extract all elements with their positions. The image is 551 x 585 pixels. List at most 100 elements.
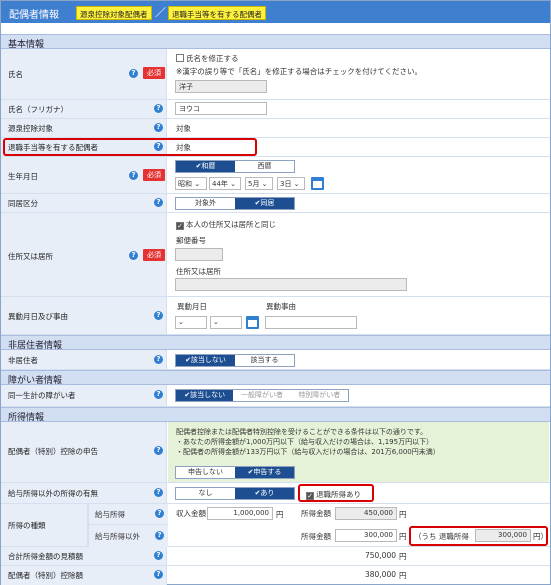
- help-icon[interactable]: ?: [129, 171, 138, 180]
- name-input[interactable]: 洋子: [175, 80, 267, 93]
- hikyoju-label: 非居住者: [8, 356, 38, 365]
- zip-label: 郵便番号: [176, 236, 206, 245]
- required-badge: 必須: [143, 249, 165, 261]
- kyuyo-igai-label: 給与所得以外の所得の有無: [8, 489, 98, 498]
- shunyu-input[interactable]: 1,000,000: [207, 507, 273, 520]
- help-icon[interactable]: ?: [129, 69, 138, 78]
- kojo-label: 配偶者（特別）控除額: [8, 571, 83, 580]
- help-icon[interactable]: ?: [154, 104, 163, 113]
- name-fix-checkbox[interactable]: 氏名を修正する: [176, 53, 239, 64]
- shinkoku-label: 配偶者（特別）控除の申告: [8, 447, 98, 456]
- kyuyo-igai-nashi[interactable]: なし: [176, 488, 235, 499]
- shogai-toggle[interactable]: ✔該当しない 一般障がい者 特別障がい者: [175, 389, 349, 402]
- doukyo-toggle[interactable]: 対象外 ✔同居: [175, 197, 295, 210]
- address-label: 住所又は居所: [8, 252, 53, 261]
- help-icon[interactable]: ?: [154, 446, 163, 455]
- same-address-checkbox[interactable]: ✓ 本人の住所又は居所と同じ: [176, 219, 276, 230]
- hikyoju-toggle[interactable]: ✔該当しない 該当する: [175, 354, 295, 367]
- yen-unit: 円: [399, 510, 407, 519]
- help-icon[interactable]: ?: [154, 198, 163, 207]
- kana-label: 氏名（フリガナ）: [8, 105, 68, 114]
- help-icon[interactable]: ?: [154, 551, 163, 560]
- yen-unit: 円: [399, 552, 407, 561]
- gensen-value: 対象: [176, 124, 191, 133]
- yen-unit: 円: [399, 532, 407, 541]
- calendar-icon[interactable]: [246, 316, 259, 329]
- tag-gensen: 源泉控除対象配偶者: [76, 6, 152, 20]
- name-note: ※漢字の誤り等で「氏名」を修正する場合はチェックを付けてください。: [176, 67, 423, 76]
- yen-unit: 円: [276, 510, 284, 519]
- highlight-taishoku: [3, 138, 257, 156]
- section-basic: 基本情報: [1, 34, 550, 50]
- gokei-value: 750,000: [364, 551, 396, 560]
- help-icon[interactable]: ?: [154, 123, 163, 132]
- addr-sub-label: 住所又は居所: [176, 267, 221, 276]
- month-select[interactable]: 5月 ⌄: [245, 177, 273, 190]
- shogai-special[interactable]: 特別障がい者: [291, 390, 348, 401]
- era-toggle[interactable]: ✔和暦 西暦: [175, 160, 295, 173]
- highlight-uchi-taishoku: [409, 526, 548, 546]
- zip-input[interactable]: [175, 248, 223, 261]
- required-badge: 必須: [143, 67, 165, 79]
- spouse-info-panel: 配偶者情報 源泉控除対象配偶者 ／ 退職手当等を有する配偶者 基本情報 氏名 ?…: [0, 0, 551, 585]
- hikyoju-yes[interactable]: 該当する: [235, 355, 294, 366]
- shotoku-igai-input[interactable]: 300,000: [335, 529, 397, 542]
- panel-title: 配偶者情報: [9, 10, 59, 21]
- required-badge: 必須: [143, 169, 165, 181]
- section-nonresident: 非居住者情報: [1, 335, 550, 351]
- row-birthdate: 生年月日 ? 必須 ✔和暦 西暦 昭和 ⌄ 44年 ⌄ 5月 ⌄ 3日 ⌄: [1, 157, 550, 194]
- kyuyo-label: 給与所得: [95, 510, 125, 519]
- ido-reason-label: 異動事由: [266, 302, 296, 311]
- kyuyo-igai-toggle[interactable]: なし ✔あり: [175, 487, 295, 500]
- doukyo-taishogai[interactable]: 対象外: [176, 198, 235, 209]
- day-select[interactable]: 3日 ⌄: [277, 177, 305, 190]
- help-icon[interactable]: ?: [154, 570, 163, 579]
- panel-header: 配偶者情報 源泉控除対象配偶者 ／ 退職手当等を有する配偶者: [1, 1, 550, 23]
- help-icon[interactable]: ?: [154, 488, 163, 497]
- help-icon[interactable]: ?: [154, 355, 163, 364]
- era-select[interactable]: 昭和 ⌄: [175, 177, 207, 190]
- row-gensen: 源泉控除対象 ? 対象: [1, 119, 550, 138]
- help-icon[interactable]: ?: [129, 251, 138, 260]
- row-address: 住所又は居所 ? 必須 ✓ 本人の住所又は居所と同じ 郵便番号 住所又は居所: [1, 213, 550, 297]
- shinkoku-no[interactable]: 申告しない: [176, 467, 235, 478]
- ido-date-label: 異動月日: [177, 302, 207, 311]
- shogai-none[interactable]: ✔該当しない: [176, 390, 234, 401]
- help-icon[interactable]: ?: [155, 531, 164, 540]
- era-wareki[interactable]: ✔和暦: [176, 161, 235, 172]
- shinkoku-cond-2: ・あなたの所得金額が1,000万円以下（給与収入だけの場合は、1,195万円以下…: [176, 438, 434, 446]
- kyuyo-igai-ari[interactable]: ✔あり: [235, 488, 294, 499]
- shotoku-kyuyo-value: 450,000: [335, 507, 397, 520]
- check-icon[interactable]: ✓: [176, 222, 184, 230]
- shinkoku-yes[interactable]: ✔申告する: [235, 467, 294, 478]
- kana-input[interactable]: ヨウコ: [175, 102, 267, 115]
- help-icon[interactable]: ?: [154, 390, 163, 399]
- shotoku-label: 所得金額: [301, 509, 331, 518]
- year-select[interactable]: 44年 ⌄: [209, 177, 241, 190]
- era-seireki[interactable]: 西暦: [235, 161, 294, 172]
- address-input[interactable]: [175, 278, 407, 291]
- yen-unit: 円: [399, 571, 407, 580]
- help-icon[interactable]: ?: [155, 509, 164, 518]
- hikyoju-no[interactable]: ✔該当しない: [176, 355, 235, 366]
- checkbox-icon[interactable]: [176, 54, 184, 62]
- ido-month-select[interactable]: ⌄: [175, 316, 207, 329]
- ido-reason-input[interactable]: [265, 316, 357, 329]
- ido-label: 異動月日及び事由: [8, 312, 68, 321]
- shotoku-label-2: 所得金額: [301, 532, 331, 541]
- help-icon[interactable]: ?: [154, 311, 163, 320]
- shogai-general[interactable]: 一般障がい者: [233, 390, 290, 401]
- row-doukyo: 同居区分 ? 対象外 ✔同居: [1, 194, 550, 213]
- shogai-label: 同一生計の障がい者: [8, 391, 76, 400]
- calendar-icon[interactable]: [311, 177, 324, 190]
- row-shogai: 同一生計の障がい者 ? ✔該当しない 一般障がい者 特別障がい者: [1, 385, 550, 407]
- doukyo-label: 同居区分: [8, 199, 38, 208]
- row-hikyoju: 非居住者 ? ✔該当しない 該当する: [1, 350, 550, 370]
- shunyu-label: 収入金額: [176, 509, 206, 518]
- slash-divider: ／: [155, 6, 166, 19]
- ido-day-select[interactable]: ⌄: [210, 316, 242, 329]
- row-ido: 異動月日及び事由 ? 異動月日 ⌄ ⌄ 異動事由: [1, 297, 550, 335]
- shinkoku-toggle[interactable]: 申告しない ✔申告する: [175, 466, 295, 479]
- row-name: 氏名 ? 必須 氏名を修正する ※漢字の誤り等で「氏名」を修正する場合はチェック…: [1, 49, 550, 100]
- doukyo-doukyo[interactable]: ✔同居: [235, 198, 294, 209]
